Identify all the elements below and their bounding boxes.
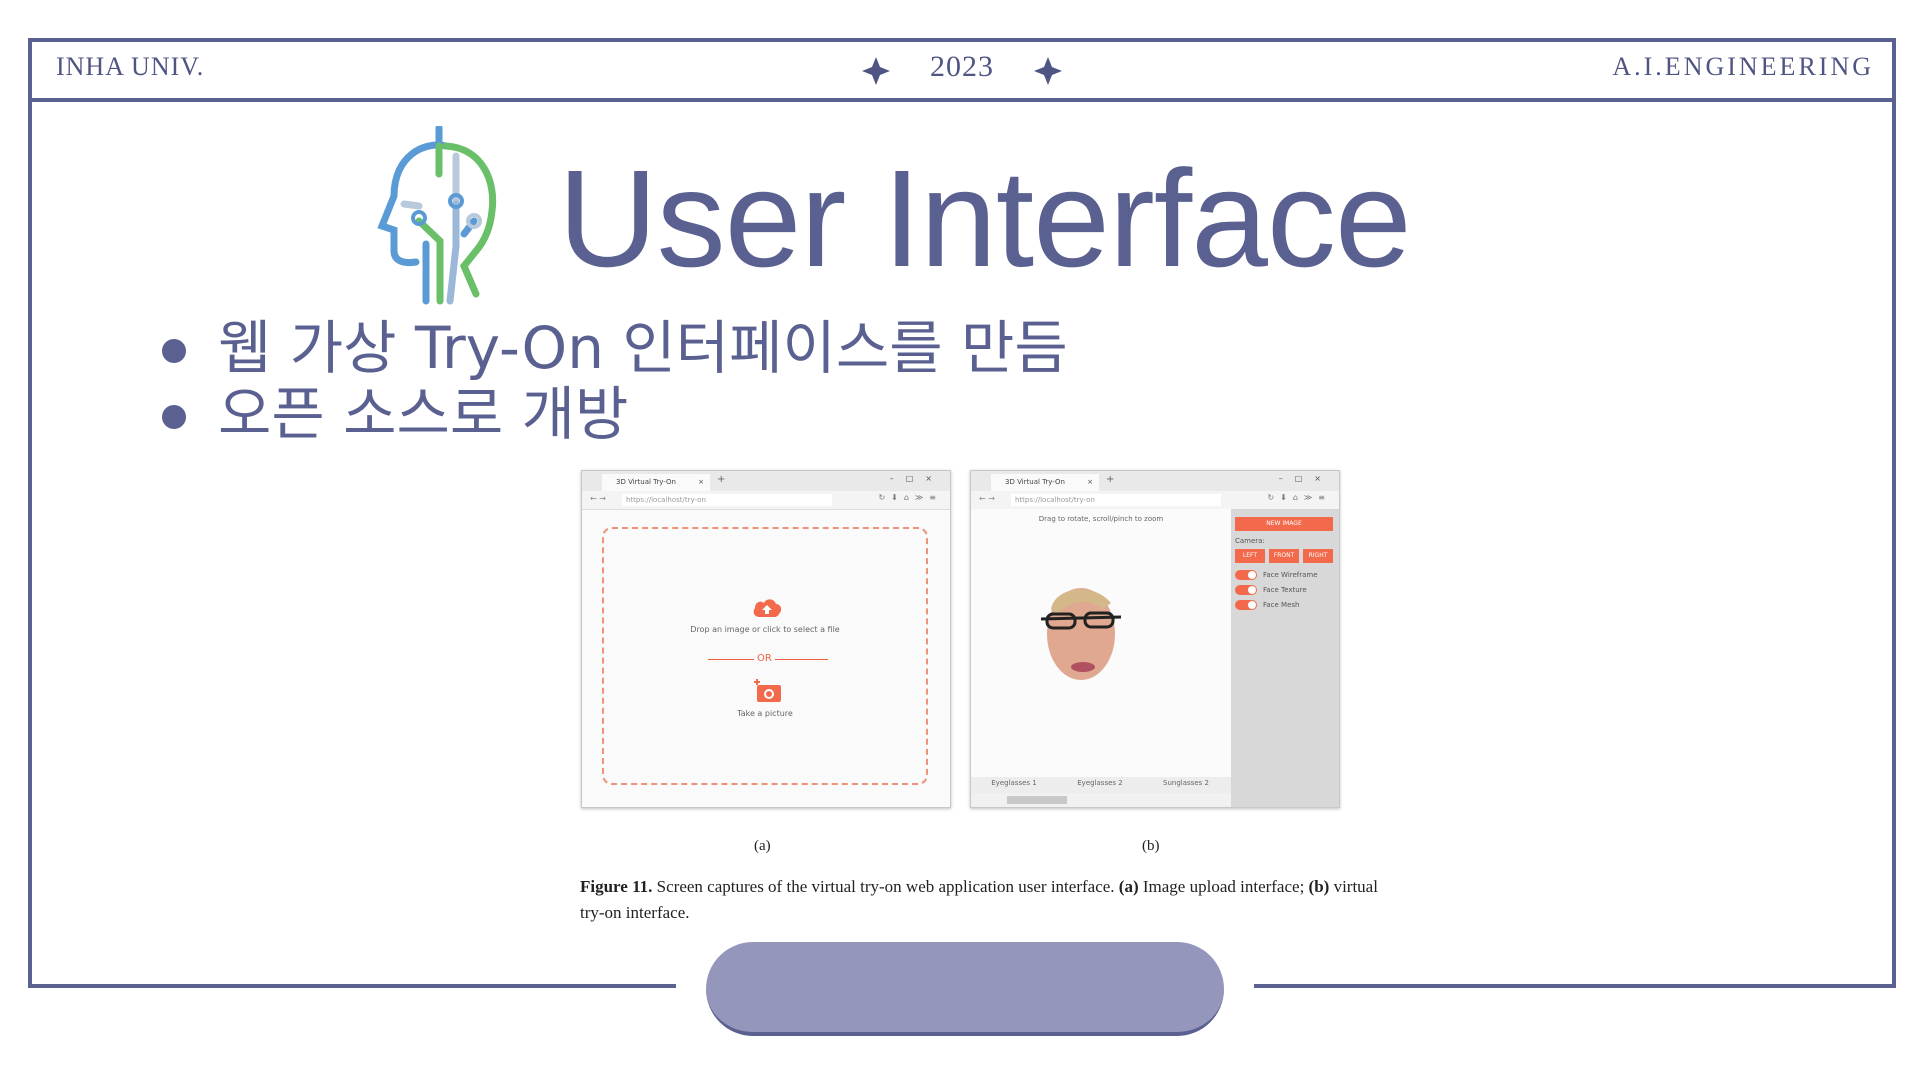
camera-right-button[interactable]: RIGHT	[1303, 549, 1333, 563]
toggle-switch[interactable]	[1235, 570, 1257, 580]
toggle-switch[interactable]	[1235, 600, 1257, 610]
caption-a-label: (a)	[1118, 877, 1139, 896]
viewport-hint: Drag to rotate, scroll/pinch to zoom	[1038, 515, 1164, 523]
toggle-label: Face Texture	[1263, 586, 1307, 594]
nav-arrows-icon: ← →	[590, 494, 606, 503]
header-divider	[28, 98, 1896, 102]
image-dropzone: Drop an image or click to select a file …	[602, 527, 928, 785]
diamond-star-icon	[1034, 57, 1062, 85]
bullet-dot	[162, 405, 186, 429]
header-university: INHA UNIV.	[56, 52, 205, 81]
figure-label-b: (b)	[1142, 838, 1160, 854]
browser-urlbar: ← → https://localhost/try-on ↻⬇⌂≫≡	[971, 491, 1339, 510]
figure-caption: Figure 11. Screen captures of the virtua…	[580, 874, 1380, 926]
browser-tab: 3D Virtual Try-On ×	[991, 474, 1099, 491]
new-tab-icon: +	[1106, 474, 1115, 485]
screenshot-tryon-window: 3D Virtual Try-On × + –□× ← → https://lo…	[970, 470, 1340, 808]
cloud-upload-icon	[753, 599, 782, 617]
new-image-button[interactable]: NEW IMAGE	[1235, 517, 1333, 531]
toggle-label: Face Wireframe	[1263, 571, 1318, 579]
scrollbar-thumb[interactable]	[1007, 796, 1067, 804]
caption-b-label: (b)	[1308, 877, 1330, 896]
diamond-star-icon	[862, 57, 890, 85]
browser-tabbar: 3D Virtual Try-On × + –□×	[582, 471, 950, 491]
caption-a-text: Image upload interface;	[1142, 877, 1305, 896]
camera-label: Camera:	[1235, 537, 1265, 545]
url-field: https://localhost/try-on	[1011, 494, 1221, 506]
camera-front-button[interactable]: FRONT	[1269, 549, 1299, 563]
camera-add-icon	[754, 679, 781, 702]
toggle-label: Face Mesh	[1263, 601, 1300, 609]
toolbar-icons: ↻⬇⌂≫≡	[1267, 493, 1331, 502]
take-picture-label: Take a picture	[737, 709, 793, 718]
toggle-face-wireframe[interactable]: Face Wireframe	[1235, 569, 1318, 581]
bullet-text: 오픈 소스로 개방	[218, 380, 629, 448]
glasses-option-2[interactable]: Eyeglasses 2	[1057, 779, 1143, 787]
glasses-option-1[interactable]: Eyeglasses 1	[971, 779, 1057, 787]
url-field: https://localhost/try-on	[622, 494, 832, 506]
bullet-item: 오픈 소스로 개방	[160, 381, 1068, 447]
figure-label-a: (a)	[754, 838, 771, 854]
window-controls: –□×	[889, 474, 944, 483]
slide-title: User Interface	[558, 142, 1412, 296]
tab-title: 3D Virtual Try-On	[616, 478, 676, 486]
toggle-face-mesh[interactable]: Face Mesh	[1235, 599, 1299, 611]
browser-tab: 3D Virtual Try-On ×	[602, 474, 710, 491]
nav-arrows-icon: ← →	[979, 494, 995, 503]
header-year: 2023	[930, 50, 994, 83]
3d-viewport: Drag to rotate, scroll/pinch to zoom Eye…	[971, 509, 1231, 807]
bullet-dot	[162, 339, 186, 363]
tab-title: 3D Virtual Try-On	[1005, 478, 1065, 486]
face-model-image	[1040, 588, 1122, 680]
drop-instruction: Drop an image or click to select a file	[690, 625, 840, 634]
caption-text: Screen captures of the virtual try-on we…	[656, 877, 1115, 896]
horizontal-scrollbar[interactable]	[971, 793, 1231, 807]
footer-pill	[706, 942, 1224, 1036]
browser-urlbar: ← → https://localhost/try-on ↻⬇⌂≫≡	[582, 491, 950, 510]
new-tab-icon: +	[717, 474, 726, 485]
toggle-face-texture[interactable]: Face Texture	[1235, 584, 1307, 596]
toggle-switch[interactable]	[1235, 585, 1257, 595]
close-icon: ×	[698, 478, 704, 486]
or-label: OR	[754, 653, 775, 664]
header-department: A.I.ENGINEERING	[1612, 52, 1874, 81]
camera-left-button[interactable]: LEFT	[1235, 549, 1265, 563]
browser-tabbar: 3D Virtual Try-On × + –□×	[971, 471, 1339, 491]
toolbar-icons: ↻⬇⌂≫≡	[878, 493, 942, 502]
caption-figure-number: Figure 11.	[580, 877, 653, 896]
close-icon: ×	[1087, 478, 1093, 486]
window-controls: –□×	[1278, 474, 1333, 483]
control-panel: NEW IMAGE Camera: LEFT FRONT RIGHT Face …	[1231, 509, 1339, 807]
ai-head-icon	[377, 126, 497, 305]
bullet-text: 웹 가상 Try-On 인터페이스를 만듬	[218, 314, 1068, 382]
glasses-option-3[interactable]: Sunglasses 2	[1143, 779, 1229, 787]
bullet-list: 웹 가상 Try-On 인터페이스를 만듬 오픈 소스로 개방	[160, 315, 1068, 447]
bullet-item: 웹 가상 Try-On 인터페이스를 만듬	[160, 315, 1068, 381]
screenshot-upload-window: 3D Virtual Try-On × + –□× ← → https://lo…	[581, 470, 951, 808]
